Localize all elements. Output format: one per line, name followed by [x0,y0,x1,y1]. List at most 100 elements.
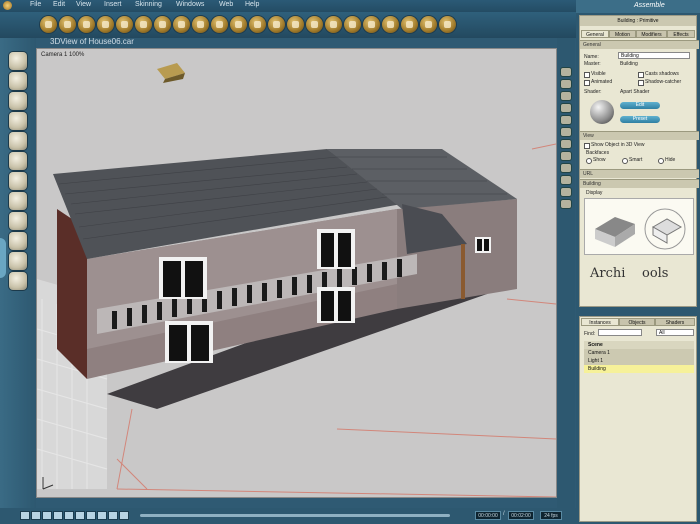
script-icon[interactable] [420,16,437,33]
show-in-3d-checkbox[interactable] [584,143,590,149]
cut-icon[interactable] [154,16,171,33]
play-back-icon[interactable] [42,511,52,520]
backfaces-show-radio[interactable] [586,158,592,164]
camera-icon[interactable] [9,232,27,250]
orbit-icon[interactable] [9,192,27,210]
view-option-button[interactable] [561,200,571,208]
view-option-button[interactable] [561,68,571,76]
view-option-button[interactable] [561,152,571,160]
view-option-button[interactable] [561,140,571,148]
preset-button[interactable]: Preset [620,116,660,123]
edit-button[interactable]: Edit [620,102,660,109]
undo-icon[interactable] [116,16,133,33]
view-option-button[interactable] [561,164,571,172]
paste-icon[interactable] [192,16,209,33]
section-view[interactable]: View [580,131,699,140]
pan-icon[interactable] [9,132,27,150]
info-icon[interactable] [439,16,456,33]
light-icon[interactable] [306,16,323,33]
shadow-catcher-checkbox[interactable] [638,80,644,86]
tab-effects[interactable]: Effects [667,30,695,38]
texture-icon[interactable] [382,16,399,33]
section-url[interactable]: URL [580,169,699,178]
zoom-icon[interactable] [9,272,27,290]
section-general[interactable]: General [580,40,699,49]
shader-value[interactable]: Apart Shader [620,89,649,95]
cube-icon[interactable] [9,212,27,230]
menu-insert[interactable]: Insert [104,1,122,8]
scene-list-item[interactable]: Scene [584,341,694,349]
tab-modifiers[interactable]: Modifiers [636,30,667,38]
save-icon[interactable] [78,16,95,33]
step-back-icon[interactable] [31,511,41,520]
play-icon[interactable] [64,511,74,520]
step-forward-icon[interactable] [75,511,85,520]
menu-view[interactable]: View [76,1,91,8]
timeline-slider[interactable] [140,514,450,517]
arrow-select-icon[interactable] [9,52,27,70]
view-option-button[interactable] [561,104,571,112]
scene-list-item[interactable]: Building [584,365,694,373]
key-icon[interactable] [119,511,129,520]
3d-viewport[interactable]: Camera 1 100% [36,48,557,498]
menu-web[interactable]: Web [219,1,233,8]
scene-list-item[interactable]: Light 1 [584,357,694,365]
render-icon[interactable] [344,16,361,33]
menu-windows[interactable]: Windows [176,1,204,8]
menu-skinning[interactable]: Skinning [135,1,162,8]
rotate-icon[interactable] [9,92,27,110]
menu-file[interactable]: File [30,1,41,8]
rotate-icon[interactable] [268,16,285,33]
new-icon[interactable] [40,16,57,33]
animate-icon[interactable] [401,16,418,33]
find-filter-select[interactable]: All [656,329,694,336]
select-icon[interactable] [230,16,247,33]
find-input[interactable] [598,329,642,336]
fps-select[interactable]: 24 fps [540,511,562,520]
name-field[interactable]: Building [618,52,690,59]
redo-icon[interactable] [135,16,152,33]
section-building[interactable]: Building [580,179,699,188]
panel-collapse-handle[interactable] [0,238,6,278]
casts-shadows-checkbox[interactable] [638,72,644,78]
tab-motion[interactable]: Motion [609,30,636,38]
move-axis-icon[interactable] [9,152,27,170]
menu-edit[interactable]: Edit [53,1,65,8]
move-icon[interactable] [249,16,266,33]
animated-checkbox[interactable] [584,80,590,86]
visible-checkbox[interactable] [584,72,590,78]
view-option-button[interactable] [561,92,571,100]
backfaces-hide-radio[interactable] [658,158,664,164]
scale-icon[interactable] [287,16,304,33]
open-icon[interactable] [59,16,76,33]
backfaces-smart-radio[interactable] [622,158,628,164]
material-icon[interactable] [363,16,380,33]
light-gizmo[interactable] [157,63,185,83]
hand-icon[interactable] [9,252,27,270]
tab-general[interactable]: General [581,30,609,38]
view-option-button[interactable] [561,80,571,88]
record-icon[interactable] [108,511,118,520]
stop-icon[interactable] [53,511,63,520]
view-option-button[interactable] [561,128,571,136]
view-option-button[interactable] [561,176,571,184]
tab-shaders[interactable]: Shaders [655,318,695,326]
rewind-icon[interactable] [20,511,30,520]
delete-icon[interactable] [211,16,228,33]
fast-forward-icon[interactable] [86,511,96,520]
loop-icon[interactable] [97,511,107,520]
tab-instances[interactable]: Instances [581,318,619,326]
copy-icon[interactable] [173,16,190,33]
print-icon[interactable] [97,16,114,33]
move-icon[interactable] [9,72,27,90]
timeline-end[interactable]: 00:02:00 [508,511,534,520]
camera-icon[interactable] [325,16,342,33]
scale-icon[interactable] [9,172,27,190]
pencil-icon[interactable] [9,112,27,130]
view-option-button[interactable] [561,116,571,124]
scene-list-item[interactable]: Camera 1 [584,349,694,357]
view-option-button[interactable] [561,188,571,196]
timeline-start[interactable]: 00:00:00 [475,511,501,520]
menu-help[interactable]: Help [245,1,259,8]
tab-objects[interactable]: Objects [619,318,655,326]
